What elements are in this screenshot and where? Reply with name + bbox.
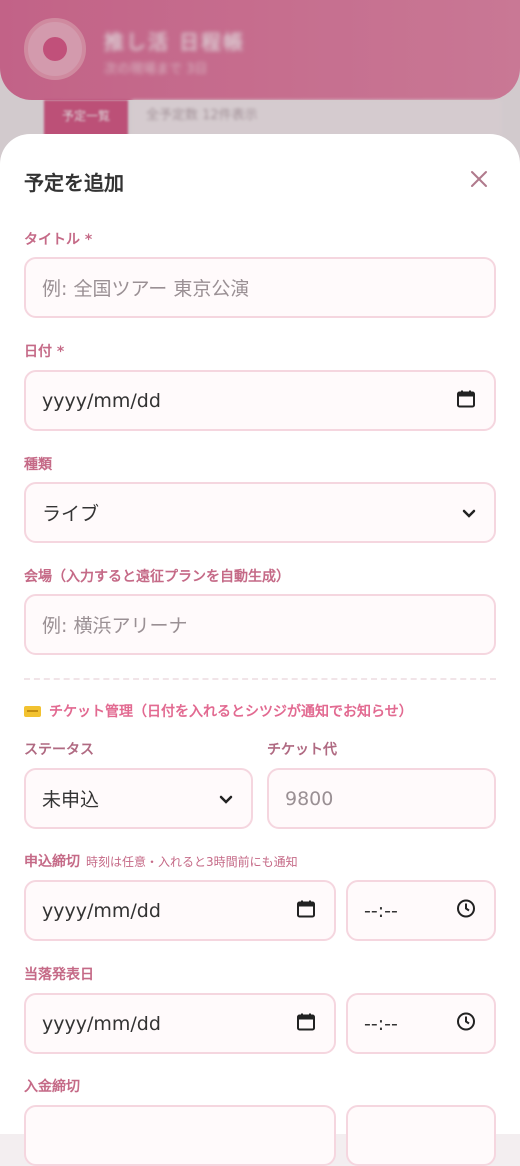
- close-button[interactable]: [464, 164, 494, 194]
- title-input[interactable]: 例: 全国ツアー 東京公演: [24, 257, 496, 318]
- price-input[interactable]: 9800: [267, 768, 496, 829]
- apply-deadline-hint: 時刻は任意・入れると3時間前にも通知: [86, 855, 298, 869]
- type-select[interactable]: ライブ: [24, 482, 496, 543]
- date-value: yyyy/mm/dd: [42, 389, 161, 412]
- ticket-section-heading: チケット管理（日付を入れるとシツジが通知でお知らせ）: [24, 701, 413, 721]
- clock-icon[interactable]: [456, 1011, 476, 1036]
- apply-deadline-date-input[interactable]: yyyy/mm/dd: [24, 880, 336, 941]
- date-label: 日付 *: [24, 344, 65, 360]
- result-time-input[interactable]: --:--: [346, 993, 496, 1054]
- status-label: ステータス: [24, 742, 94, 758]
- status-select[interactable]: 未申込: [24, 768, 253, 829]
- venue-label: 会場（入力すると遠征プランを自動生成）: [24, 569, 290, 585]
- ticket-icon: [24, 705, 41, 717]
- apply-deadline-time-value: --:--: [364, 899, 398, 922]
- payment-deadline-label: 入金締切: [24, 1079, 80, 1095]
- type-value: ライブ: [42, 503, 100, 525]
- apply-deadline-label-text: 申込締切: [24, 854, 80, 870]
- sheet-title: 予定を追加: [24, 171, 124, 195]
- close-icon: [471, 171, 487, 187]
- apply-deadline-label: 申込締切 時刻は任意・入れると3時間前にも通知: [24, 851, 298, 871]
- result-date-value: yyyy/mm/dd: [42, 1012, 161, 1035]
- clock-icon[interactable]: [456, 898, 476, 923]
- calendar-icon[interactable]: [296, 1011, 316, 1036]
- apply-deadline-date-value: yyyy/mm/dd: [42, 899, 161, 922]
- title-label: タイトル *: [24, 232, 93, 248]
- chevron-down-icon: [462, 502, 476, 524]
- ticket-heading-text: チケット管理（日付を入れるとシツジが通知でお知らせ）: [49, 704, 413, 720]
- add-event-sheet: 予定を追加 タイトル * 例: 全国ツアー 東京公演 日付 * yyyy/mm/…: [0, 134, 520, 1166]
- calendar-icon[interactable]: [296, 898, 316, 923]
- apply-deadline-time-input[interactable]: --:--: [346, 880, 496, 941]
- result-date-label: 当落発表日: [24, 967, 94, 983]
- chevron-down-icon: [219, 788, 233, 810]
- status-value: 未申込: [42, 789, 100, 811]
- payment-deadline-date-input[interactable]: [24, 1105, 336, 1166]
- type-label: 種類: [24, 457, 52, 473]
- price-label: チケット代: [267, 742, 337, 758]
- venue-input[interactable]: 例: 横浜アリーナ: [24, 594, 496, 655]
- result-time-value: --:--: [364, 1012, 398, 1035]
- section-divider: [24, 678, 496, 680]
- result-date-input[interactable]: yyyy/mm/dd: [24, 993, 336, 1054]
- date-input[interactable]: yyyy/mm/dd: [24, 370, 496, 431]
- payment-deadline-time-input[interactable]: [346, 1105, 496, 1166]
- calendar-icon[interactable]: [456, 388, 476, 413]
